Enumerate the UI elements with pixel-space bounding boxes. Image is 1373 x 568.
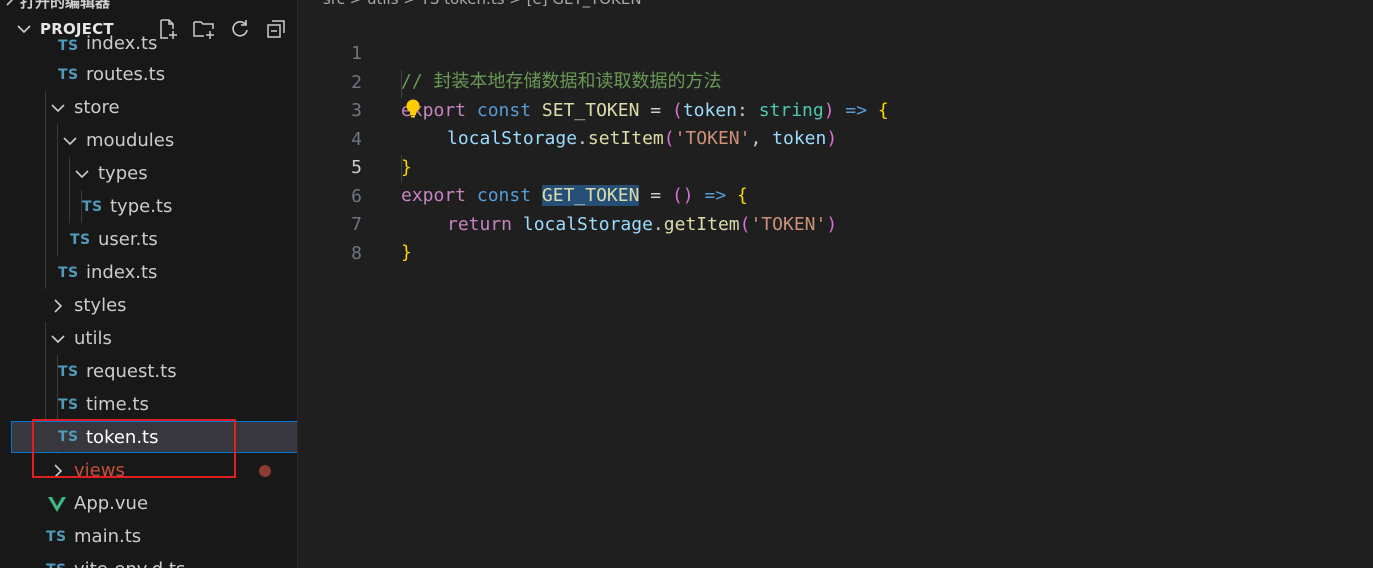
line-number: 8	[351, 243, 362, 264]
tree-item-label: App.vue	[74, 493, 149, 514]
tree-item-label: types	[98, 163, 148, 184]
lightbulb-icon[interactable]	[402, 97, 424, 119]
tree-item-routes[interactable]: TS routes.ts	[0, 58, 297, 91]
tree-folder-moudules[interactable]: moudules	[0, 124, 297, 157]
tree-item-label: styles	[74, 295, 127, 316]
tree-item-index[interactable]: TS index.ts	[0, 256, 297, 289]
code-line-6: 6 return localStorage.getItem('TOKEN')	[299, 155, 1373, 235]
code-line-2: 2 export const SET_TOKEN = (token: strin…	[299, 41, 1373, 121]
typescript-file-icon: TS	[46, 528, 67, 545]
modified-dot-icon	[259, 465, 271, 477]
annotation-highlight-box	[32, 419, 236, 478]
tree-folder-styles[interactable]: styles	[0, 289, 297, 322]
tree-item-time[interactable]: TS time.ts	[0, 388, 297, 421]
breadcrumb[interactable]: src > utils > TS token.ts > [e] GET_TOKE…	[323, 0, 642, 8]
tree-item-label: index.ts	[86, 262, 158, 283]
explorer-sidebar: 打开的编辑器 PROJECT TS index.ts TS routes.ts …	[0, 0, 298, 568]
tree-item-type[interactable]: TS type.ts	[0, 190, 297, 223]
code-line-3: 3 localStorage.setItem('TOKEN', token)	[299, 69, 1373, 149]
code-line-4: 4 }	[299, 98, 1373, 178]
chevron-down-icon	[75, 169, 89, 178]
tree-item-user[interactable]: TS user.ts	[0, 223, 297, 256]
code-line-1: 1 // 封装本地存储数据和读取数据的方法	[299, 12, 1373, 92]
vue-file-icon	[48, 496, 66, 512]
code-line-7: 7 }	[299, 183, 1373, 263]
typescript-file-icon: TS	[58, 396, 79, 413]
tree-item-label: vite-env.d.ts	[74, 559, 185, 568]
chevron-down-icon	[51, 103, 65, 112]
tree-item-label: routes.ts	[86, 64, 166, 85]
vscode-window: 打开的编辑器 PROJECT TS index.ts TS routes.ts …	[0, 0, 1373, 568]
typescript-file-icon: TS	[58, 363, 79, 380]
typescript-file-icon: TS	[58, 66, 79, 83]
tree-item-label: store	[74, 97, 120, 118]
typescript-file-icon: TS	[82, 198, 103, 215]
typescript-file-icon: TS	[70, 231, 91, 248]
tree-item-label: time.ts	[86, 394, 149, 415]
tree-item-request[interactable]: TS request.ts	[0, 355, 297, 388]
tree-item-label: user.ts	[98, 229, 158, 250]
tree-item-label: request.ts	[86, 361, 177, 382]
tree-item-label: moudules	[86, 130, 175, 151]
code-editor[interactable]: src > utils > TS token.ts > [e] GET_TOKE…	[299, 0, 1373, 568]
tree-item-label: index.ts	[86, 33, 158, 54]
tree-item-app-vue[interactable]: App.vue	[0, 487, 297, 520]
chevron-right-icon	[54, 298, 63, 313]
tree-item-label: type.ts	[110, 196, 173, 217]
tree-item-index-cut[interactable]: TS index.ts	[0, 26, 297, 54]
tree-folder-store[interactable]: store	[0, 91, 297, 124]
code-line-5: 5 export const GET_TOKEN = () => {	[299, 126, 1373, 206]
tree-item-label: main.ts	[74, 526, 142, 547]
typescript-file-icon: TS	[46, 562, 68, 568]
typescript-file-icon: TS	[58, 264, 79, 281]
tree-item-vite-env[interactable]: TS vite-env.d.ts	[0, 553, 297, 568]
typescript-file-icon: TS	[58, 38, 79, 54]
tree-item-label: utils	[74, 328, 112, 349]
bracket: }	[401, 242, 412, 263]
file-tree: TS index.ts TS routes.ts store moudules …	[0, 0, 297, 568]
tree-folder-types[interactable]: types	[0, 157, 297, 190]
tree-item-main[interactable]: TS main.ts	[0, 520, 297, 553]
chevron-down-icon	[51, 334, 65, 343]
chevron-down-icon	[63, 136, 77, 145]
tree-folder-utils[interactable]: utils	[0, 322, 297, 355]
code-line-8: 8	[299, 212, 1373, 264]
